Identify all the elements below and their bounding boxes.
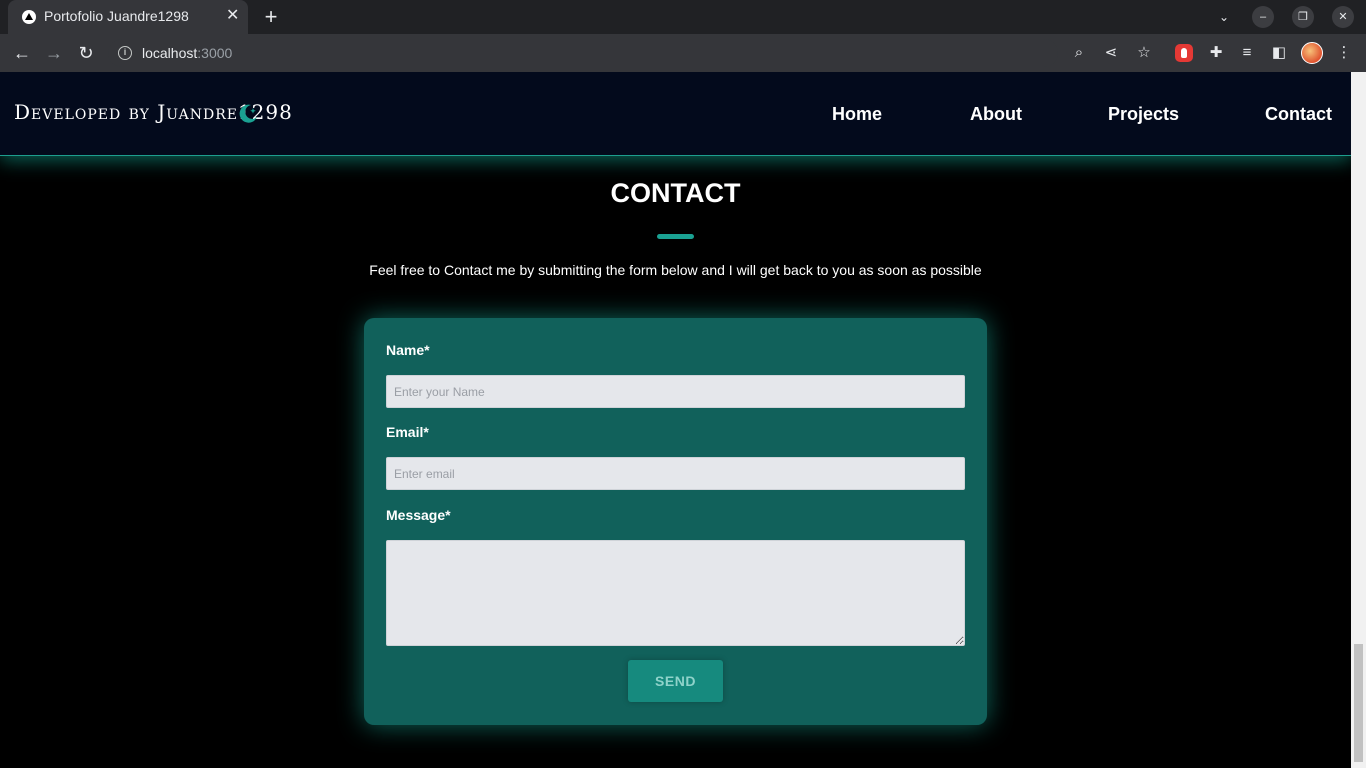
page-viewport: Developed by Juandre1298 Home About Proj… <box>0 72 1351 768</box>
url-port: :3000 <box>197 45 233 61</box>
name-label: Name* <box>386 342 430 358</box>
name-field[interactable] <box>386 375 965 408</box>
browser-menu-icon[interactable]: ⋮ <box>1334 43 1354 63</box>
browser-tab[interactable]: Portofolio Juandre1298 ✕ <box>8 0 248 34</box>
nav-home[interactable]: Home <box>832 104 882 125</box>
share-icon[interactable]: ⋖ <box>1101 43 1121 63</box>
tab-title: Portofolio Juandre1298 <box>44 8 189 24</box>
message-label: Message* <box>386 507 451 523</box>
back-button[interactable]: ← <box>10 41 34 65</box>
tab-close-icon[interactable]: ✕ <box>226 6 239 26</box>
url-host: localhost <box>142 45 198 61</box>
address-bar[interactable]: i localhost:3000 <box>108 39 1058 67</box>
restore-button[interactable]: ❐ <box>1292 6 1314 28</box>
window-close-button[interactable]: ✕ <box>1332 6 1354 28</box>
profile-avatar[interactable] <box>1301 42 1323 64</box>
site-favicon-icon <box>22 10 36 24</box>
forward-button[interactable]: → <box>42 41 66 65</box>
extensions-puzzle-icon[interactable]: ✚ <box>1206 43 1226 63</box>
browser-toolbar: ← → ↻ i localhost:3000 ⌕ ⋖ ☆ ✚ ≡ ◧ ⋮ <box>0 34 1366 72</box>
adblock-extension-icon[interactable] <box>1175 44 1193 62</box>
reading-list-icon[interactable]: ≡ <box>1237 43 1257 63</box>
nav-about[interactable]: About <box>970 104 1022 125</box>
site-header: Developed by Juandre1298 Home About Proj… <box>0 72 1351 156</box>
url-text: localhost:3000 <box>142 45 232 61</box>
zoom-icon[interactable]: ⌕ <box>1069 43 1089 63</box>
site-info-icon[interactable]: i <box>118 46 132 60</box>
bookmark-star-icon[interactable]: ☆ <box>1134 43 1154 63</box>
contact-subtitle: Feel free to Contact me by submitting th… <box>369 262 982 278</box>
contact-form: Name* Email* Message* SEND <box>364 318 987 725</box>
nav-contact[interactable]: Contact <box>1265 104 1332 125</box>
contact-title: CONTACT <box>610 178 741 208</box>
reload-button[interactable]: ↻ <box>74 41 98 65</box>
email-field[interactable] <box>386 457 965 490</box>
page-scrollbar[interactable] <box>1351 72 1366 768</box>
side-panel-icon[interactable]: ◧ <box>1269 43 1289 63</box>
browser-tab-bar: Portofolio Juandre1298 ✕ + ⌄ – ❐ ✕ <box>0 0 1366 34</box>
scrollbar-thumb[interactable] <box>1354 644 1363 762</box>
tab-search-icon[interactable]: ⌄ <box>1214 6 1234 28</box>
new-tab-button[interactable]: + <box>260 4 282 30</box>
minimize-button[interactable]: – <box>1252 6 1274 28</box>
moon-icon <box>239 104 257 123</box>
send-button[interactable]: SEND <box>628 660 723 702</box>
nav-projects[interactable]: Projects <box>1108 104 1179 125</box>
email-label: Email* <box>386 424 429 440</box>
title-underline <box>657 234 694 239</box>
message-field[interactable] <box>386 540 965 646</box>
